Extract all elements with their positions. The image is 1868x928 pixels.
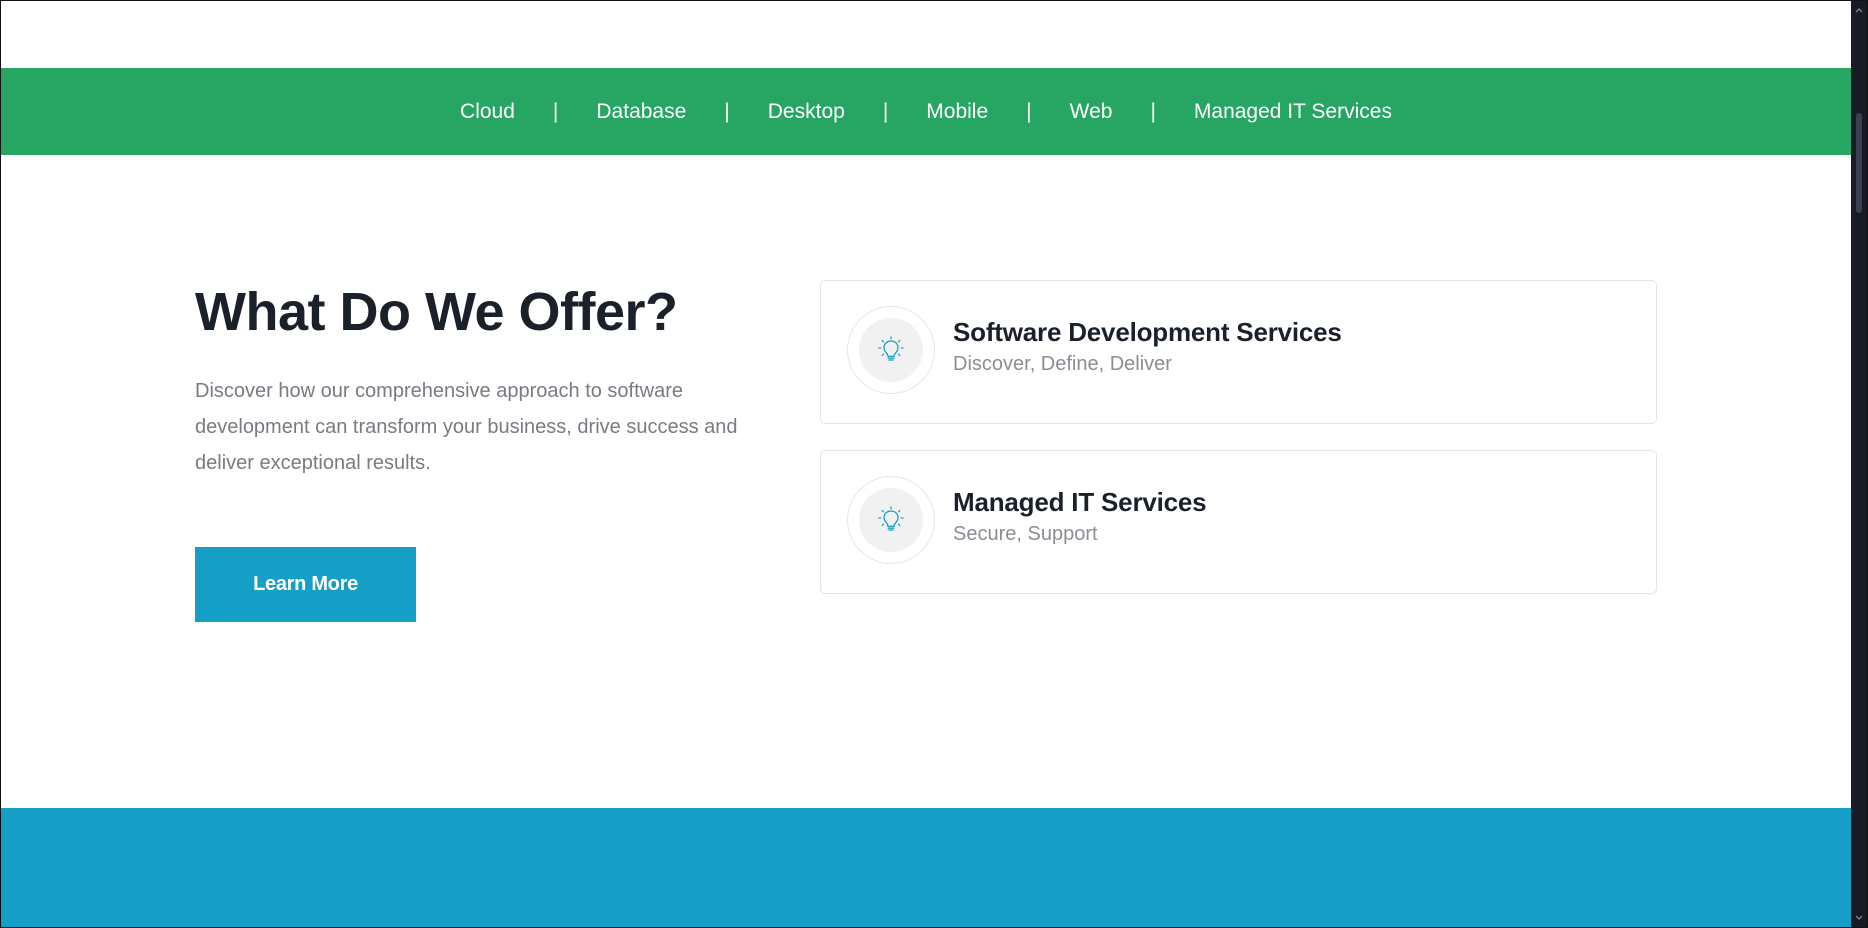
service-subtitle: Secure, Support xyxy=(953,523,1098,545)
tech-link-mobile[interactable]: Mobile xyxy=(916,100,998,124)
nav-separator: | xyxy=(882,99,889,123)
service-icon-badge xyxy=(847,476,935,564)
tech-link-database[interactable]: Database xyxy=(586,100,696,124)
learn-more-button[interactable]: Learn More xyxy=(195,547,416,622)
tech-link-desktop[interactable]: Desktop xyxy=(758,100,855,124)
service-card-software-development[interactable]: Software Development Services Discover, … xyxy=(820,280,1657,424)
section-title: What Do We Offer? xyxy=(195,282,678,342)
nav-separator: | xyxy=(724,99,730,123)
next-section-band xyxy=(1,808,1851,928)
service-card-managed-it[interactable]: Managed IT Services Secure, Support xyxy=(820,450,1657,594)
lightbulb-icon xyxy=(878,336,904,361)
vertical-scrollbar[interactable] xyxy=(1851,1,1867,927)
scroll-up-arrow-icon[interactable] xyxy=(1851,3,1867,17)
technology-nav-bar: Cloud | Database | Desktop | Mobile | We… xyxy=(1,68,1851,155)
scroll-down-arrow-icon[interactable] xyxy=(1851,911,1867,925)
tech-link-managed-it-services[interactable]: Managed IT Services xyxy=(1184,100,1402,124)
nav-separator: | xyxy=(552,99,559,123)
tech-link-web[interactable]: Web xyxy=(1060,100,1123,124)
page: Cloud | Database | Desktop | Mobile | We… xyxy=(1,1,1851,928)
nav-separator: | xyxy=(1150,99,1156,123)
section-description: Discover how our comprehensive approach … xyxy=(195,380,738,474)
service-title: Managed IT Services xyxy=(953,487,1207,517)
scrollbar-thumb[interactable] xyxy=(1856,113,1862,213)
lightbulb-icon xyxy=(878,506,904,531)
tech-link-cloud[interactable]: Cloud xyxy=(450,100,525,124)
nav-separator: | xyxy=(1026,99,1032,123)
service-title: Software Development Services xyxy=(953,317,1342,347)
service-icon-badge xyxy=(847,306,935,394)
service-subtitle: Discover, Define, Deliver xyxy=(953,353,1172,375)
